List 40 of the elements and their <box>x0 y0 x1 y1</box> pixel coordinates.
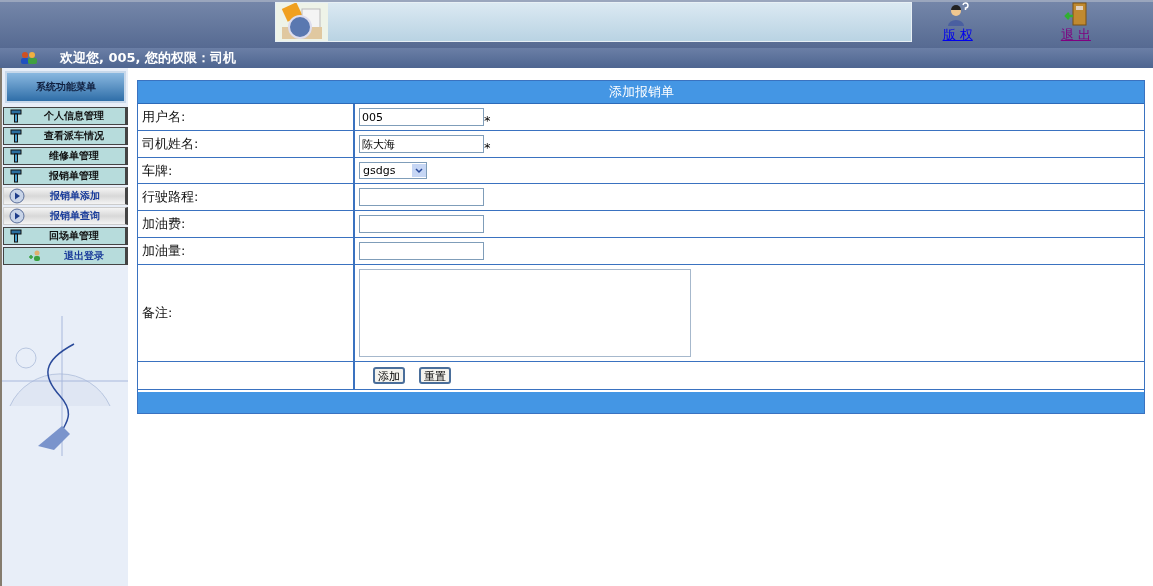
menu-item[interactable]: 维修单管理 <box>3 147 128 165</box>
wrench-icon <box>10 109 22 123</box>
menu-item[interactable]: 个人信息管理 <box>3 107 128 125</box>
menu-item[interactable]: 报销单添加 <box>3 187 128 205</box>
add-button[interactable]: 添加 <box>373 367 405 384</box>
remarks-field[interactable] <box>359 269 691 357</box>
field-label: 行驶路程: <box>138 184 355 210</box>
field-label: 车牌: <box>138 158 355 183</box>
field-label: 加油费: <box>138 211 355 237</box>
person-help-icon <box>945 2 970 26</box>
field-label: 用户名: <box>138 104 355 130</box>
input-field[interactable]: 005 <box>359 108 484 126</box>
required-mark: * <box>484 112 491 128</box>
wrench-icon <box>10 149 22 163</box>
user-add-icon <box>28 250 42 262</box>
required-mark: * <box>484 139 491 155</box>
play-icon <box>9 208 25 224</box>
menu-item[interactable]: 报销单管理 <box>3 167 128 185</box>
input-field[interactable] <box>359 242 484 260</box>
menu-item[interactable]: 查看派车情况 <box>3 127 128 145</box>
form-title: 添加报销单 <box>138 81 1144 104</box>
door-exit-icon <box>1063 2 1088 26</box>
menu-item[interactable]: 报销单查询 <box>3 207 128 225</box>
menu-item[interactable]: 回场单管理 <box>3 227 128 245</box>
input-field[interactable] <box>359 215 484 233</box>
field-label: 加油量: <box>138 238 355 264</box>
wrench-icon <box>10 169 22 183</box>
play-icon <box>9 188 25 204</box>
wrench-icon <box>10 129 22 143</box>
field-label: 备注: <box>138 265 355 361</box>
welcome-text: 欢迎您, 005, 您的权限：司机 <box>60 49 237 67</box>
menu-item[interactable]: 退出登录 <box>3 247 128 265</box>
wrench-icon <box>10 229 22 243</box>
input-field[interactable] <box>359 188 484 206</box>
menu-title: 系统功能菜单 <box>5 71 126 103</box>
reset-button[interactable]: 重置 <box>419 367 451 384</box>
field-label: 司机姓名: <box>138 131 355 157</box>
users-icon <box>20 51 38 65</box>
plate-select[interactable]: gsdgs <box>359 162 427 179</box>
input-field[interactable]: 陈大海 <box>359 135 484 153</box>
